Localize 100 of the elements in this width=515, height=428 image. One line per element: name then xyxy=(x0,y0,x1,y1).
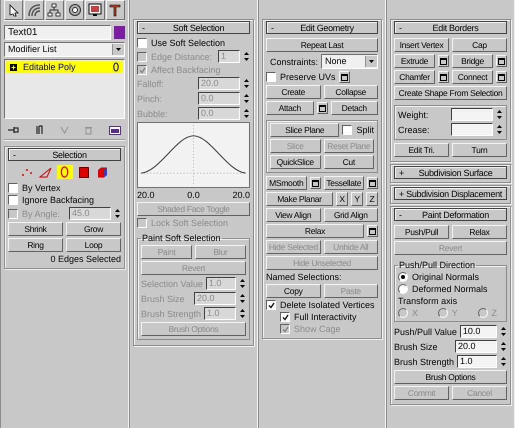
button[interactable]: MSmooth xyxy=(266,176,306,190)
field-label: Brush Size xyxy=(394,342,439,352)
settings-button[interactable] xyxy=(438,55,449,67)
button[interactable]: Cap xyxy=(452,38,507,52)
button[interactable]: Chamfer xyxy=(394,70,435,84)
object-color-swatch[interactable] xyxy=(114,26,125,39)
checkbox[interactable]: Split xyxy=(342,125,374,135)
button[interactable]: Push/Pull xyxy=(394,225,449,239)
number-field[interactable]: 10.0 xyxy=(460,325,497,338)
hierarchy-icon[interactable] xyxy=(44,0,64,20)
button[interactable]: Create Shape From Selection xyxy=(394,86,507,100)
field-label: Brush Size xyxy=(141,294,186,304)
axis-button[interactable]: X xyxy=(336,192,348,206)
edge-level-icon[interactable] xyxy=(38,165,54,179)
rollout-header[interactable]: - Edit Borders xyxy=(394,21,507,34)
number-field[interactable] xyxy=(451,123,493,136)
spinner-arrows-icon[interactable] xyxy=(496,109,503,120)
checkbox[interactable]: Preserve UVs xyxy=(266,72,336,82)
spinner-arrows-icon[interactable] xyxy=(243,108,250,119)
constraints-dropdown[interactable]: None xyxy=(321,54,378,69)
button[interactable]: Collapse xyxy=(324,85,378,99)
modifier-list-dropdown[interactable]: Modifier List xyxy=(4,42,125,57)
button[interactable]: Connect xyxy=(452,70,493,84)
button[interactable]: Attach xyxy=(266,101,314,115)
button[interactable]: Loop xyxy=(66,238,121,252)
button[interactable]: Ring xyxy=(8,238,63,252)
settings-button[interactable] xyxy=(338,71,350,83)
spinner-arrows-icon[interactable] xyxy=(239,308,246,319)
curve-icon[interactable] xyxy=(24,0,44,20)
rollout-header[interactable]: + Subdivision Surface xyxy=(394,166,507,179)
button[interactable]: Bridge xyxy=(452,54,493,68)
button[interactable]: Insert Vertex xyxy=(394,38,449,52)
button[interactable]: Turn xyxy=(452,143,507,157)
field-label: Falloff: xyxy=(137,78,165,88)
cursor-icon[interactable] xyxy=(4,0,24,20)
checkbox[interactable]: Delete Isolated Vertices xyxy=(266,300,375,310)
settings-button[interactable] xyxy=(367,177,378,189)
button[interactable]: Create xyxy=(266,85,320,99)
number-field[interactable]: 1.0 xyxy=(457,355,497,368)
checkmark-icon xyxy=(138,66,146,74)
settings-button[interactable] xyxy=(496,71,507,83)
settings-button[interactable] xyxy=(496,55,507,67)
spinner-arrows-icon[interactable] xyxy=(239,278,246,289)
spinner-arrows-icon[interactable] xyxy=(243,51,250,62)
number-field[interactable]: 20.0 xyxy=(455,340,497,353)
button[interactable]: Cut xyxy=(324,155,374,169)
status-text: Transform axis xyxy=(398,296,458,306)
button[interactable]: QuickSlice xyxy=(270,155,320,169)
spinner-arrows-icon[interactable] xyxy=(114,208,121,219)
rollout-header[interactable]: - Paint Deformation xyxy=(394,208,507,221)
radio-button[interactable]: Deformed Normals xyxy=(398,284,503,294)
button[interactable]: Slice Plane xyxy=(270,123,340,137)
number-field[interactable] xyxy=(451,108,493,121)
button[interactable]: View Align xyxy=(266,208,320,222)
button[interactable]: Repeat Last xyxy=(266,38,378,52)
settings-button[interactable] xyxy=(310,177,320,189)
field-label: Push/Pull Value xyxy=(394,326,457,336)
object-name-field[interactable]: Text01 xyxy=(4,25,111,40)
rollout-header[interactable]: - Soft Selection xyxy=(137,21,250,34)
button[interactable]: Tessellate xyxy=(324,176,364,190)
button[interactable]: Relax xyxy=(266,224,364,238)
spinner-arrows-icon[interactable] xyxy=(496,124,503,135)
rollout-header[interactable]: - Edit Geometry xyxy=(266,21,378,34)
button[interactable]: Copy xyxy=(266,284,320,298)
rollout-header[interactable]: + Subdivision Displacement xyxy=(394,187,507,200)
button[interactable]: Shrink xyxy=(8,222,63,236)
button[interactable]: Grid Align xyxy=(324,208,378,222)
button[interactable]: Edit Tri. xyxy=(394,143,449,157)
button[interactable]: Make Planar xyxy=(266,192,333,206)
spinner-arrows-icon[interactable] xyxy=(243,78,250,89)
pipe-icon[interactable] xyxy=(36,125,43,135)
checkbox[interactable]: Use Soft Selection xyxy=(137,38,226,48)
plus-box-icon[interactable] xyxy=(10,64,17,70)
settings-button[interactable] xyxy=(438,71,449,83)
settings-button[interactable] xyxy=(316,102,328,114)
checkbox[interactable]: By Vertex xyxy=(8,183,61,193)
configure-icon[interactable] xyxy=(109,126,121,134)
axis-button[interactable]: Y xyxy=(351,192,363,206)
spinner-arrows-icon[interactable] xyxy=(243,93,250,104)
stack-item[interactable]: Editable Poly xyxy=(6,61,123,73)
checkbox[interactable]: Ignore Backfacing xyxy=(8,195,94,205)
button[interactable]: Extrude xyxy=(394,54,435,68)
monitor-icon[interactable] xyxy=(85,0,105,20)
checkbox[interactable]: Full Interactivity xyxy=(280,312,357,322)
radio-circle-icon[interactable] xyxy=(398,272,408,282)
spinner-arrows-icon[interactable] xyxy=(239,293,246,304)
spinner-arrows-icon[interactable] xyxy=(500,341,507,352)
spinner-arrows-icon[interactable] xyxy=(500,326,507,337)
settings-button[interactable] xyxy=(367,225,378,237)
button[interactable]: Relax xyxy=(452,225,507,239)
button[interactable]: Grow xyxy=(66,222,121,236)
spinner-arrows-icon[interactable] xyxy=(500,356,507,367)
button[interactable]: Detach xyxy=(330,101,378,115)
button[interactable]: Brush Options xyxy=(394,370,507,384)
axis-button[interactable]: Z xyxy=(366,192,378,206)
border-level-icon[interactable] xyxy=(56,165,72,179)
radio-circle-icon[interactable] xyxy=(398,284,408,294)
radio-button[interactable]: Original Normals xyxy=(398,272,503,282)
pin-icon[interactable] xyxy=(8,126,19,134)
rollout-header[interactable]: - Selection xyxy=(8,148,121,161)
